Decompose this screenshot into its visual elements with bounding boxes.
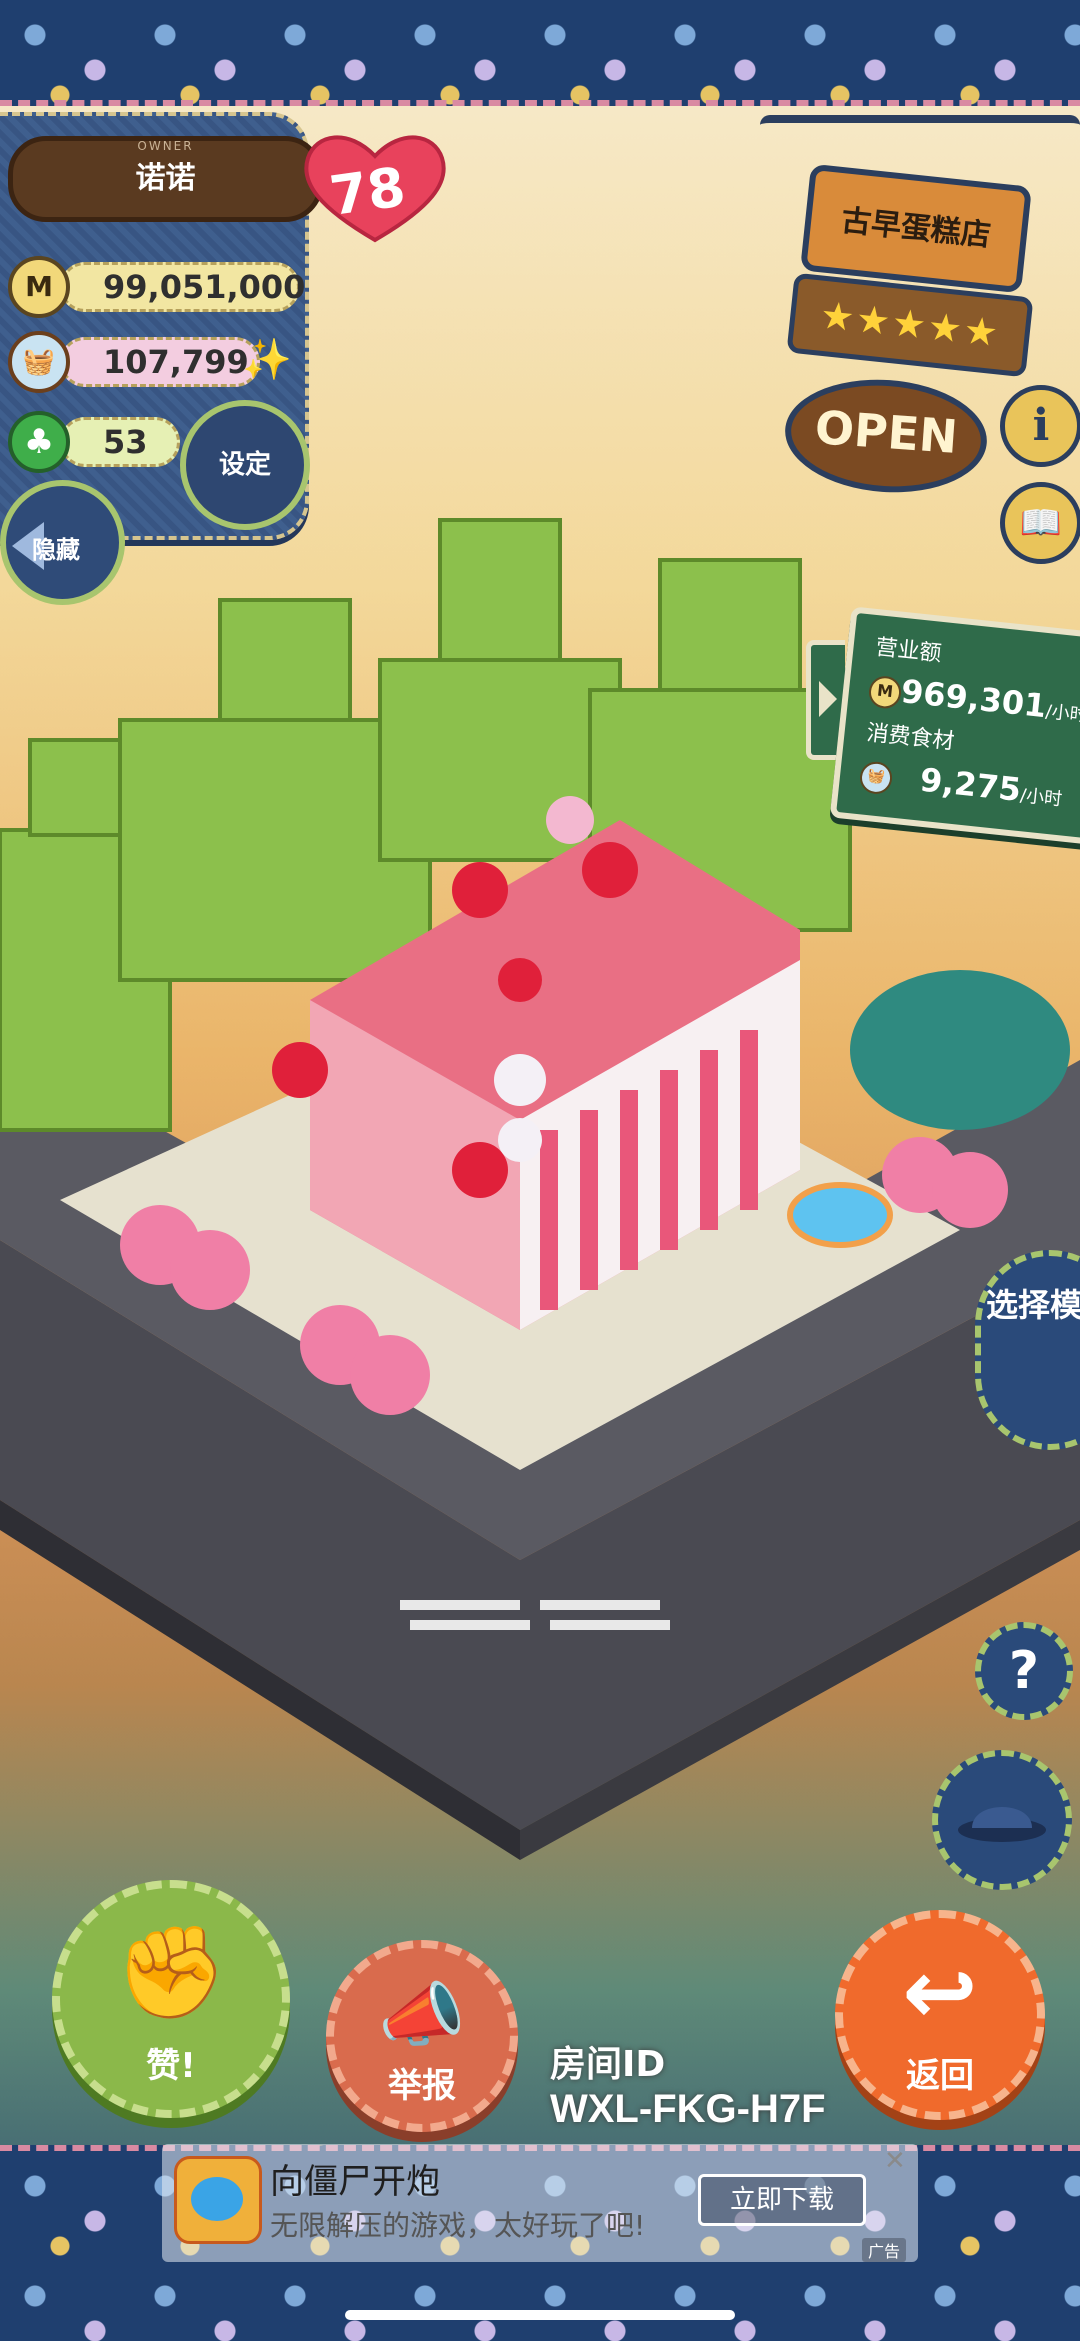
- whistle-icon: 📣: [378, 1974, 466, 2056]
- open-status-sign[interactable]: OPEN: [781, 373, 991, 499]
- like-label: 赞!: [146, 2046, 196, 2086]
- home-indicator[interactable]: [345, 2310, 735, 2320]
- hide-button[interactable]: 隐藏: [0, 480, 125, 605]
- revenue-label: 营业额: [874, 635, 943, 667]
- clover-stat: 53 ♣: [8, 411, 208, 473]
- back-label: 返回: [906, 2056, 974, 2096]
- thumb-icon: ✊: [114, 1920, 228, 2025]
- report-button[interactable]: 📣 举报: [326, 1940, 518, 2132]
- food-consumption-value: 9,275/小时: [918, 761, 1064, 814]
- coins-stat: 99,051,000 M: [8, 256, 308, 318]
- ad-game-icon: [174, 2156, 262, 2244]
- revenue-unit: /小时: [1044, 701, 1080, 727]
- hide-label: 隐藏: [32, 536, 80, 564]
- ad-banner[interactable]: 向僵尸开炮 无限解压的游戏，太好玩了吧! 立即下载 ✕ 广告: [162, 2144, 918, 2262]
- shop-name-sign: 古早蛋糕店: [800, 163, 1032, 294]
- owner-tag: OWNER: [137, 139, 194, 153]
- book-button[interactable]: 📖: [1000, 482, 1080, 564]
- settings-button[interactable]: 设定: [180, 400, 310, 530]
- heart-level-badge: 78: [300, 128, 450, 243]
- clover-icon: ♣: [8, 411, 70, 473]
- close-icon[interactable]: ✕: [884, 2146, 906, 2176]
- food-basket-icon: 🧺: [8, 331, 70, 393]
- report-label: 举报: [388, 2066, 456, 2106]
- coins-value: 99,051,000: [60, 262, 305, 312]
- hat-icon: [958, 1807, 1046, 1842]
- revenue-amount: 969,301: [899, 672, 1049, 726]
- food-value: 107,799: [60, 337, 260, 387]
- ad-label: 广告: [862, 2238, 907, 2262]
- coin-icon: M: [867, 674, 903, 710]
- ad-download-button[interactable]: 立即下载: [698, 2174, 866, 2226]
- like-button[interactable]: ✊ 赞!: [52, 1880, 290, 2118]
- arrow-right-icon: [819, 681, 837, 717]
- clover-value: 53: [60, 417, 180, 467]
- back-button[interactable]: ↩ 返回: [835, 1910, 1045, 2120]
- select-mode-button[interactable]: 选择模式: [975, 1250, 1080, 1450]
- food-amount: 9,275: [918, 760, 1023, 809]
- owner-nameplate: OWNER 诺诺: [8, 136, 323, 222]
- sparkle-icon: ✨: [242, 337, 292, 383]
- ad-title: 向僵尸开炮: [270, 2162, 440, 2202]
- food-unit: /小时: [1019, 785, 1064, 811]
- food-consumption-label: 消费食材: [865, 720, 956, 755]
- coin-icon: M: [8, 256, 70, 318]
- room-id-value: WXL-FKG-H7F: [550, 2087, 826, 2131]
- room-id: 房间ID WXL-FKG-H7F: [550, 2035, 826, 2132]
- help-button[interactable]: ?: [975, 1622, 1073, 1720]
- revenue-board: 营业额 M 969,301/小时 消费食材 🧺 9,275/小时: [829, 606, 1080, 846]
- heart-count: 78: [325, 155, 410, 228]
- room-id-label: 房间ID: [550, 2044, 666, 2085]
- return-arrow-icon: ↩: [902, 1940, 978, 2045]
- food-basket-icon: 🧺: [858, 760, 894, 796]
- info-button[interactable]: i: [1000, 385, 1080, 467]
- ad-subtitle: 无限解压的游戏，太好玩了吧!: [270, 2209, 646, 2242]
- sign-bracket: [760, 115, 1080, 143]
- top-star-border: [0, 0, 1080, 106]
- hat-button[interactable]: [932, 1750, 1072, 1890]
- owner-name: 诺诺: [135, 161, 196, 196]
